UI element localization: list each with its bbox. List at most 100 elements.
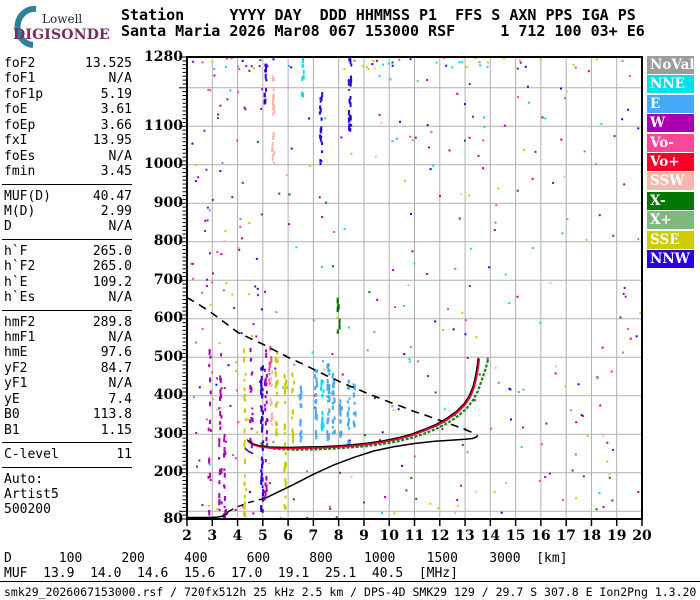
status-line: smk29_2026067153000.rsf / 720fx512h 25 k… bbox=[4, 585, 697, 599]
y-tick-label: 800 bbox=[153, 233, 183, 250]
param-label: foF2 bbox=[4, 56, 36, 71]
param-row: foF1 N/A bbox=[4, 71, 132, 86]
param-row: h`E 109.2 bbox=[4, 275, 132, 290]
param-row: hmF2 289.8 bbox=[4, 315, 132, 330]
param-row: B0 113.8 bbox=[4, 407, 132, 422]
section-divider bbox=[2, 309, 132, 311]
legend-item-noval: NoVal bbox=[647, 56, 694, 75]
section-divider bbox=[2, 466, 132, 468]
muf-table-row: MUF 13.9 14.0 14.6 15.6 17.0 19.1 25.1 4… bbox=[4, 566, 458, 581]
param-row: h`F 265.0 bbox=[4, 244, 132, 259]
y-tick-label: 1280 bbox=[144, 48, 183, 65]
param-row: h`F2 265.0 bbox=[4, 259, 132, 274]
param-value: N/A bbox=[108, 219, 132, 235]
param-label: yE bbox=[4, 391, 20, 407]
x-tick-label: 20 bbox=[632, 528, 652, 544]
legend-item-ssw: SSW bbox=[647, 172, 694, 191]
y-tick-label: 200 bbox=[153, 464, 183, 481]
param-row: hmE 97.6 bbox=[4, 345, 132, 360]
y-tick-label: 80 bbox=[163, 510, 183, 527]
legend-item-w: W bbox=[647, 114, 694, 133]
param-value: 7.4 bbox=[108, 391, 132, 407]
legend-item-x+: X+ bbox=[647, 211, 694, 230]
y-tick-label: 1100 bbox=[144, 117, 183, 134]
param-row: yF1 N/A bbox=[4, 376, 132, 391]
param-row: fxI 13.95 bbox=[4, 133, 132, 148]
param-label: foEp bbox=[4, 117, 36, 133]
section-divider bbox=[2, 238, 132, 240]
param-value: 1.15 bbox=[100, 422, 132, 438]
param-value: 289.8 bbox=[92, 314, 132, 330]
param-value: 3.45 bbox=[100, 164, 132, 180]
echo-type-legend: NoVal NNE E W Vo- Vo+ SSW X- X+ SSE NNW bbox=[647, 56, 694, 269]
legend-item-nnw: NNW bbox=[647, 249, 694, 268]
param-row: foEs N/A bbox=[4, 149, 132, 164]
param-label: foF1 bbox=[4, 71, 36, 87]
param-value: 97.6 bbox=[100, 345, 132, 361]
y-tick-label: 400 bbox=[153, 387, 183, 404]
param-value: N/A bbox=[108, 148, 132, 164]
param-row: B1 1.15 bbox=[4, 423, 132, 438]
param-row: fmin 3.45 bbox=[4, 164, 132, 179]
y-tick-label: 900 bbox=[153, 194, 183, 211]
y-tick-label: 300 bbox=[153, 425, 183, 442]
param-label: hmF1 bbox=[4, 330, 36, 345]
autoscaling-info: 500200 bbox=[4, 502, 51, 518]
param-label: MUF(D) bbox=[4, 188, 51, 204]
param-label: h`E bbox=[4, 274, 28, 290]
param-value: 5.19 bbox=[100, 86, 132, 102]
header-line2: Santa Maria 2026 Mar08 067 153000 RSF 1 … bbox=[121, 22, 645, 40]
param-label: h`Es bbox=[4, 290, 36, 306]
section-divider bbox=[2, 442, 132, 444]
param-value: 113.8 bbox=[92, 407, 132, 423]
param-label: B0 bbox=[4, 407, 20, 423]
param-label: hmF2 bbox=[4, 314, 36, 330]
param-value: N/A bbox=[108, 376, 132, 392]
param-label: foE bbox=[4, 102, 28, 118]
param-label: D bbox=[4, 219, 12, 235]
param-label: h`F2 bbox=[4, 259, 36, 275]
param-value: N/A bbox=[108, 290, 132, 306]
status-divider: smk29_2026067153000.rsf / 720fx512h 25 k… bbox=[0, 581, 700, 599]
param-row: foF2 13.525 bbox=[4, 56, 132, 71]
y-tick-label: 1000 bbox=[144, 156, 183, 173]
parameter-panel: foF2 13.525 foF1 N/A foF1p 5.19 foE 3.61 foEp 3.6… bbox=[2, 56, 132, 518]
param-value: 265.0 bbox=[92, 243, 132, 259]
param-row: h`Es N/A bbox=[4, 290, 132, 305]
param-row: foF1p 5.19 bbox=[4, 87, 132, 102]
legend-item-nne: NNE bbox=[647, 75, 694, 94]
param-label: C-level bbox=[4, 447, 59, 463]
param-row: yE 7.4 bbox=[4, 392, 132, 407]
param-row: M(D) 2.99 bbox=[4, 204, 132, 219]
param-value: N/A bbox=[108, 330, 132, 345]
param-row: foEp 3.66 bbox=[4, 118, 132, 133]
param-row: D N/A bbox=[4, 219, 132, 234]
distance-table-row: D 100 200 400 600 800 1000 1500 3000 [km… bbox=[4, 551, 568, 566]
param-value: N/A bbox=[108, 71, 132, 87]
param-row: foE 3.61 bbox=[4, 102, 132, 117]
param-label: fmin bbox=[4, 164, 36, 180]
param-value: 13.95 bbox=[92, 133, 132, 149]
legend-item-x-: X- bbox=[647, 191, 694, 210]
param-value: 3.66 bbox=[100, 117, 132, 133]
param-label: foEs bbox=[4, 148, 36, 164]
logo-lowell-text: Lowell bbox=[42, 12, 83, 26]
logo-digisonde-text: DIGISONDE bbox=[13, 27, 110, 43]
autoscaling-info: Artist5 bbox=[4, 486, 59, 502]
param-label: yF2 bbox=[4, 360, 28, 376]
param-label: foF1p bbox=[4, 86, 44, 102]
ionogram-viewer: Lowell DIGISONDE Station YYYY DAY DDD HH… bbox=[0, 0, 700, 600]
y-tick-label: 700 bbox=[153, 271, 183, 288]
legend-item-e: E bbox=[647, 94, 694, 113]
y-tick-label: 600 bbox=[153, 310, 183, 327]
param-value: 13.525 bbox=[85, 56, 132, 71]
param-label: hmE bbox=[4, 345, 28, 361]
param-value: 2.99 bbox=[100, 203, 132, 219]
autoscaling-info: Auto: bbox=[4, 471, 44, 487]
header-block: Station YYYY DAY DDD HHMMSS P1 FFS S AXN… bbox=[121, 7, 645, 39]
section-divider bbox=[2, 183, 132, 185]
param-row: MUF(D) 40.47 bbox=[4, 189, 132, 204]
param-value: 3.61 bbox=[100, 102, 132, 118]
param-label: yF1 bbox=[4, 376, 28, 392]
param-label: h`F bbox=[4, 243, 28, 259]
